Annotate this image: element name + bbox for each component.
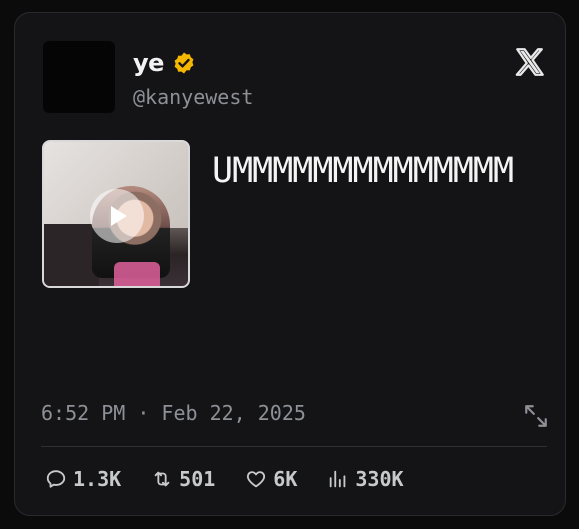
reply-count: 1.3K (73, 467, 122, 491)
thumbnail-shirt (114, 262, 160, 286)
verified-badge-icon (174, 52, 194, 74)
avatar[interactable] (43, 41, 115, 113)
like-button[interactable]: 6K (245, 467, 297, 491)
x-logo-icon[interactable] (513, 45, 547, 79)
like-count: 6K (273, 467, 298, 491)
author-handle[interactable]: @kanyewest (133, 85, 253, 109)
reply-icon (46, 470, 66, 488)
tweet-timestamp[interactable]: 6:52 PM · Feb 22, 2025 (41, 401, 306, 425)
heart-icon (247, 471, 266, 488)
repost-count: 501 (179, 467, 216, 491)
reply-button[interactable]: 1.3K (45, 467, 121, 491)
expand-icon[interactable] (523, 403, 549, 429)
tweet-text: UMMMMMMMMMMMMMM (212, 151, 514, 191)
author-name-row: ye (133, 49, 196, 77)
tweet-card: ye @kanyewest UMMMMMMMMMMMMMM 6:52 PM · … (14, 12, 566, 516)
repost-button[interactable]: 501 (151, 467, 215, 491)
repost-icon (154, 471, 170, 487)
view-count: 330K (355, 467, 404, 491)
author-name[interactable]: ye (133, 49, 164, 77)
views-icon (330, 470, 346, 488)
engagement-bar: 1.3K 501 6K 330K (45, 467, 434, 491)
play-icon (111, 206, 127, 226)
play-button[interactable] (90, 189, 144, 243)
divider (41, 446, 547, 447)
views-button[interactable]: 330K (327, 467, 404, 491)
video-thumbnail[interactable] (42, 140, 190, 288)
thumbnail-shadow (44, 224, 99, 286)
